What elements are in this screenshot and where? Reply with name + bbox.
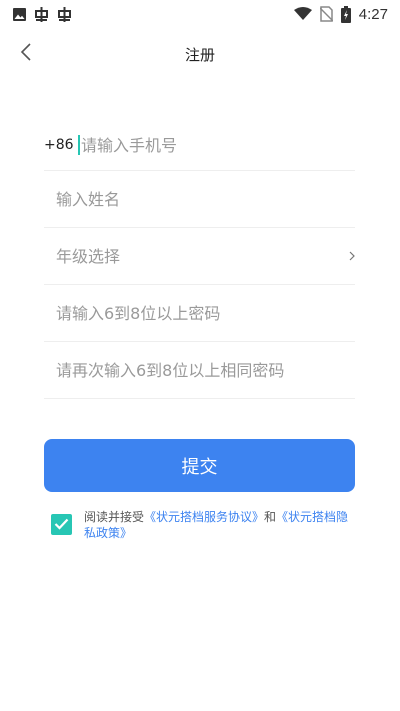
text-cursor <box>78 135 80 155</box>
confirm-password-field <box>44 342 355 399</box>
service-agreement-link[interactable]: 《状元搭档服务协议》 <box>144 510 264 524</box>
agreement-prefix: 阅读并接受 <box>84 510 145 524</box>
nav-bar: 注册 <box>0 28 400 80</box>
page-title: 注册 <box>184 46 215 64</box>
phone-input[interactable] <box>81 130 355 160</box>
agreement-text: 阅读并接受《状元搭档服务协议》和《状元搭档隐私政策》 <box>84 509 359 541</box>
status-time: 4:27 <box>358 5 388 23</box>
password-input[interactable] <box>56 298 355 328</box>
register-form: +86 <box>44 120 355 399</box>
grade-input[interactable] <box>56 241 355 271</box>
status-bar: 4:27 <box>0 0 400 28</box>
chevron-right-icon <box>349 246 355 265</box>
agree-checkbox[interactable] <box>51 514 72 535</box>
image-icon <box>12 7 27 22</box>
agreement-conjunction: 和 <box>264 510 277 524</box>
status-right: 4:27 <box>293 5 388 23</box>
name-input[interactable] <box>56 184 355 214</box>
password-field <box>44 285 355 342</box>
country-code: +86 <box>44 137 74 153</box>
bug-icon <box>56 6 73 23</box>
check-icon <box>54 515 69 534</box>
grade-select[interactable] <box>44 228 355 285</box>
submit-button[interactable]: 提交 <box>44 439 355 492</box>
bug-icon <box>33 6 50 23</box>
wifi-icon <box>293 7 312 21</box>
confirm-password-input[interactable] <box>56 355 355 385</box>
battery-icon <box>340 5 351 23</box>
phone-field: +86 <box>44 120 355 171</box>
no-sim-icon <box>319 6 333 22</box>
name-field <box>44 171 355 228</box>
status-left <box>12 6 73 23</box>
